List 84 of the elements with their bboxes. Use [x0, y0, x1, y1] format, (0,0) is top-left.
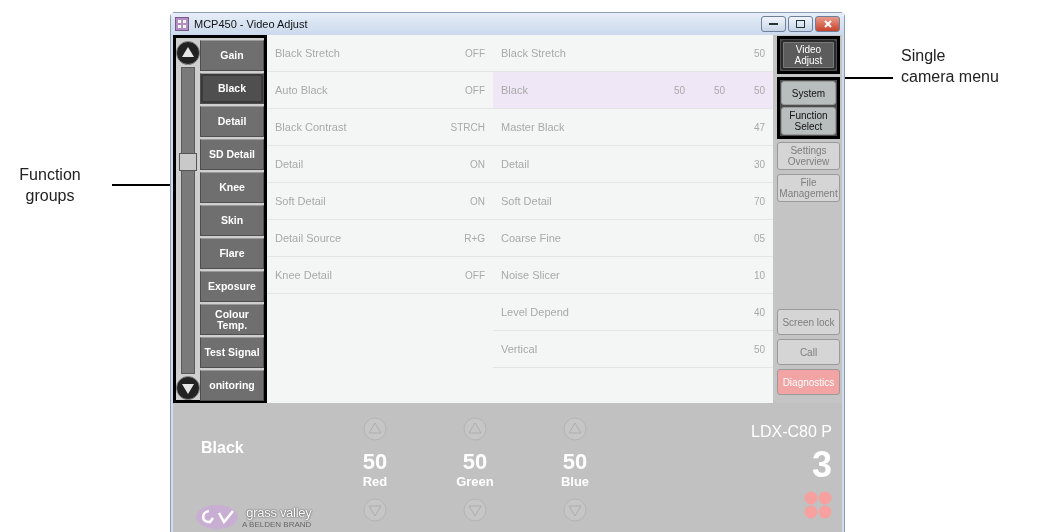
setting-label: Noise Slicer: [501, 269, 561, 281]
setting-label: Black: [501, 84, 529, 96]
setting-value: 50: [752, 47, 765, 59]
setting-value: 05: [752, 232, 765, 244]
setting-value: 47: [752, 121, 765, 133]
function-group-button[interactable]: Skin: [200, 205, 264, 236]
setting-label: Vertical: [501, 343, 539, 355]
callout-label: Function groups: [18, 165, 82, 206]
setting-value: R+G: [463, 232, 485, 244]
setting-label: Black Stretch: [275, 47, 341, 59]
function-group-button[interactable]: Test Signal: [200, 337, 264, 368]
channel-value: 50: [362, 450, 388, 474]
setting-label: Master Black: [501, 121, 566, 133]
setting-value: STRCH: [449, 121, 485, 133]
setting-label: Detail Source: [275, 232, 343, 244]
setting-value: 50: [672, 84, 685, 96]
channel-name: Red: [362, 474, 388, 489]
minimize-button[interactable]: [761, 16, 786, 32]
setting-row[interactable]: Black 50 50 50: [493, 72, 773, 109]
function-group-button[interactable]: Gain: [200, 40, 264, 71]
leader-line: [112, 184, 170, 186]
minimize-icon: [769, 22, 778, 26]
camera-number: 3: [811, 445, 832, 485]
maximize-button[interactable]: [788, 16, 813, 32]
scrollbar[interactable]: [181, 67, 195, 374]
setting-label: Detail: [501, 158, 531, 170]
function-group-button[interactable]: Detail: [200, 106, 264, 137]
function-group-button[interactable]: Knee: [200, 172, 264, 203]
setting-row[interactable]: Detail Source R+G: [267, 220, 493, 257]
setting-row[interactable]: Black Contrast STRCH: [267, 109, 493, 146]
brand-name: grass valley: [246, 505, 312, 520]
setting-value: 50: [752, 84, 765, 96]
setting-label: Soft Detail: [275, 195, 327, 207]
setting-row[interactable]: Black Stretch OFF: [267, 35, 493, 72]
setting-label: Black Stretch: [501, 47, 567, 59]
logo-emblem-icon: [195, 504, 239, 530]
tally-dots-icon: [804, 491, 832, 519]
scroll-up-icon[interactable]: [176, 41, 200, 65]
scroll-down-icon[interactable]: [176, 376, 200, 400]
menu-button[interactable]: Function Select: [781, 107, 836, 135]
channel-name: Blue: [560, 474, 590, 489]
camera-model: LDX-C80 P: [751, 423, 832, 441]
setting-label: Soft Detail: [501, 195, 553, 207]
setting-row[interactable]: Detail ON: [267, 146, 493, 183]
setting-value: 30: [752, 158, 765, 170]
setting-value: OFF: [464, 84, 485, 96]
function-group-button[interactable]: Exposure: [200, 271, 264, 302]
channel-value: 50: [462, 450, 488, 474]
leader-line: [845, 77, 893, 79]
function-group-button[interactable]: onitoring: [200, 370, 264, 401]
setting-label: Auto Black: [275, 84, 329, 96]
setting-label: Level Depend: [501, 306, 570, 318]
setting-value: ON: [469, 195, 485, 207]
channel-value: 50: [562, 450, 588, 474]
setting-value: 50: [752, 343, 765, 355]
setting-value: 10: [752, 269, 765, 281]
close-icon: [823, 20, 832, 28]
function-group-button[interactable]: SD Detail: [200, 139, 264, 170]
setting-label: Detail: [275, 158, 305, 170]
channel-name: Green: [456, 474, 494, 489]
function-group-button[interactable]: Flare: [200, 238, 264, 269]
scroll-thumb[interactable]: [179, 153, 197, 172]
setting-value: 40: [752, 306, 765, 318]
maximize-icon: [796, 20, 805, 28]
callout-label: Single camera menu: [901, 46, 999, 87]
function-group-button[interactable]: Black: [200, 73, 264, 104]
app-icon: [175, 17, 189, 31]
window-title: MCP450 - Video Adjust: [194, 18, 308, 30]
brand-tagline: A BELDEN BRAND: [242, 519, 312, 529]
menu-button[interactable]: System: [781, 81, 836, 105]
setting-label: Black Contrast: [275, 121, 348, 133]
setting-row[interactable]: Knee Detail OFF: [267, 257, 493, 294]
function-name: Black: [201, 439, 244, 457]
setting-value: 50: [712, 84, 725, 96]
setting-value: 70: [752, 195, 765, 207]
setting-value: OFF: [464, 269, 485, 281]
close-button[interactable]: [815, 16, 840, 32]
menu-button[interactable]: Video Adjust: [781, 40, 836, 70]
setting-value: OFF: [464, 47, 485, 59]
setting-row[interactable]: Soft Detail ON: [267, 183, 493, 220]
function-group-button[interactable]: Colour Temp.: [200, 304, 264, 335]
setting-label: Coarse Fine: [501, 232, 562, 244]
setting-value: ON: [469, 158, 485, 170]
setting-label: Knee Detail: [275, 269, 333, 281]
